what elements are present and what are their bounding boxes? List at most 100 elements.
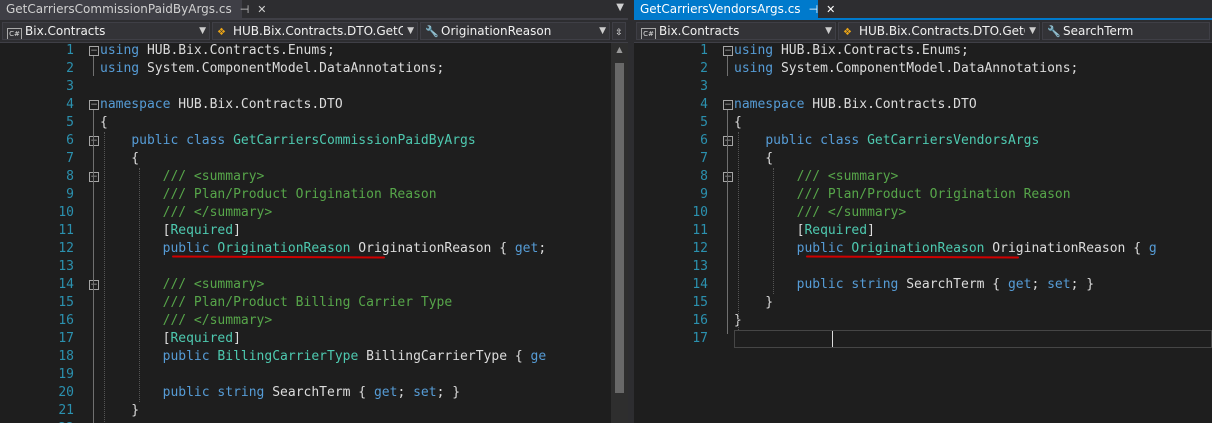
code-text: [Required] [100, 222, 241, 240]
code-line[interactable]: 9 /// Plan/Product Origination Reason [634, 186, 1212, 204]
collapse-icon[interactable]: − [89, 280, 99, 290]
close-icon[interactable]: ✕ [826, 1, 835, 19]
code-line[interactable]: 6 − public class GetCarriersCommissionPai… [0, 132, 628, 150]
code-line[interactable]: 1 − using HUB.Bix.Contracts.Enums; [634, 42, 1212, 60]
code-line[interactable]: 6 − public class GetCarriersVendorsArgs [634, 132, 1212, 150]
left-code-editor[interactable]: 1− using HUB.Bix.Contracts.Enums; 2 using S… [0, 43, 628, 423]
code-line[interactable]: 4 − namespace HUB.Bix.Contracts.DTO [0, 96, 628, 114]
code-line[interactable]: 2 using System.ComponentModel.DataAnnotat… [634, 60, 1212, 78]
pin-icon[interactable]: ⊣ [809, 1, 819, 19]
code-line[interactable]: 19 [0, 366, 628, 384]
code-text: using System.ComponentModel.DataAnnotati… [734, 60, 1078, 78]
code-token: /// </summary> [162, 313, 273, 328]
code-token: SearchTerm { [264, 385, 374, 400]
code-token: /// Plan/Product Origination Reason [796, 187, 1071, 202]
close-icon[interactable]: ✕ [257, 1, 266, 19]
indent-guide [104, 132, 105, 423]
collapse-icon[interactable]: − [723, 136, 733, 146]
code-line[interactable]: 9 /// Plan/Product Origination Reason [0, 186, 628, 204]
code-line[interactable]: 5{ [634, 114, 1212, 132]
code-line[interactable]: 8 − /// <summary> [634, 168, 1212, 186]
code-line[interactable]: 4 − namespace HUB.Bix.Contracts.DTO [634, 96, 1212, 114]
code-token: set [413, 385, 437, 400]
code-line[interactable]: 11 [Required] [0, 222, 628, 240]
code-token: OriginationReason [851, 241, 985, 256]
code-text: { [734, 150, 773, 168]
left-tab-title: GetCarriersCommissionPaidByArgs.cs [6, 2, 232, 16]
right-document-tab[interactable]: GetCarriersVendorsArgs.cs ⊣ ✕ [634, 0, 835, 19]
code-line[interactable]: 15 /// Plan/Product Billing Carrier Type [0, 294, 628, 312]
code-line[interactable]: 5{ [0, 114, 628, 132]
code-line[interactable]: 7 { [634, 150, 1212, 168]
right-code-editor[interactable]: 1− using HUB.Bix.Contracts.Enums; 2 using S… [634, 43, 1212, 423]
right-navigation-bar: C# Bix.Contracts ▼ ❖ HUB.Bix.Contracts.DTO.… [634, 20, 1212, 43]
collapse-icon[interactable]: − [89, 46, 99, 56]
code-token: get [1007, 277, 1032, 292]
left-member-combo[interactable]: 🔧 OriginationReason ▼ [420, 22, 610, 40]
code-token: public [796, 241, 844, 256]
code-line[interactable]: 2 using System.ComponentModel.DataAnnotat… [0, 60, 628, 78]
tab-overflow-icon[interactable]: ▼ [616, 2, 624, 13]
left-scroll-thumb[interactable] [615, 63, 624, 393]
code-token: set [1047, 277, 1071, 292]
code-line[interactable]: 17 [Required] [0, 330, 628, 348]
line-number: 14 [692, 277, 708, 292]
code-line[interactable]: 8 − /// <summary> [0, 168, 628, 186]
collapse-icon[interactable]: − [723, 172, 733, 182]
collapse-icon[interactable]: − [89, 136, 99, 146]
code-token: HUB.Bix.Contracts.Enums; [139, 43, 335, 58]
code-line[interactable]: 15 } [634, 294, 1212, 312]
code-token: g [1148, 241, 1157, 256]
code-line[interactable]: 3 [634, 78, 1212, 96]
line-number: 11 [58, 223, 74, 238]
code-line[interactable]: 21 } [0, 402, 628, 420]
code-line[interactable]: 18 public BillingCarrierType BillingCarr… [0, 348, 628, 366]
class-icon: ❖ [843, 27, 852, 38]
line-number: 19 [58, 367, 74, 382]
collapse-icon[interactable]: − [723, 100, 733, 110]
code-text: /// <summary> [734, 168, 899, 186]
code-line[interactable]: 13 [634, 258, 1212, 276]
split-window-button[interactable]: ⇳ [612, 22, 626, 40]
collapse-icon[interactable]: − [89, 172, 99, 182]
chevron-down-icon: ▼ [199, 26, 206, 36]
code-token: ] [867, 223, 875, 238]
code-token: class [186, 133, 226, 148]
code-line[interactable]: 3 [0, 78, 628, 96]
code-token: SearchTerm { [898, 277, 1008, 292]
code-line[interactable]: 16 /// </summary> [0, 312, 628, 330]
pin-icon[interactable]: ⊣ [240, 1, 250, 19]
line-number: 10 [692, 205, 708, 220]
code-text: /// Plan/Product Origination Reason [100, 186, 437, 204]
code-line[interactable]: 14 public string SearchTerm { get; set; … [634, 276, 1212, 294]
code-line[interactable]: 14 − /// <summary> [0, 276, 628, 294]
code-line[interactable]: 7 { [0, 150, 628, 168]
left-project-combo[interactable]: C# Bix.Contracts ▼ [2, 22, 210, 40]
scroll-up-icon[interactable]: ▲ [611, 43, 628, 57]
code-line[interactable]: 11 [Required] [634, 222, 1212, 240]
line-number: 16 [58, 313, 74, 328]
code-token: [ [734, 223, 805, 238]
left-document-tab[interactable]: GetCarriersCommissionPaidByArgs.cs ⊣ ✕ [0, 0, 267, 18]
right-project-combo[interactable]: C# Bix.Contracts ▼ [636, 22, 836, 40]
left-type-combo[interactable]: ❖HUB.Bix.Contracts.DTO.GetCarriersCommis… [212, 22, 418, 40]
indent-guide [139, 168, 140, 402]
code-line[interactable]: 10 /// </summary> [0, 204, 628, 222]
code-line[interactable]: 20 public string SearchTerm { get; set; … [0, 384, 628, 402]
code-line[interactable]: 13 [0, 258, 628, 276]
right-member-combo[interactable]: 🔧 SearchTerm [1042, 22, 1210, 40]
collapse-icon[interactable]: − [89, 100, 99, 110]
code-token: System.ComponentModel.DataAnnotations; [773, 61, 1079, 76]
right-type-combo[interactable]: ❖HUB.Bix.Contracts.DTO.GetCarriersVendor… [838, 22, 1040, 40]
code-line[interactable]: 1 − using HUB.Bix.Contracts.Enums; [0, 42, 628, 60]
code-token: using [734, 61, 774, 76]
line-number: 12 [58, 241, 74, 256]
collapse-icon[interactable]: − [723, 46, 733, 56]
line-number: 6 [700, 133, 708, 148]
code-line[interactable]: 10 /// </summary> [634, 204, 1212, 222]
code-line[interactable]: 16} [634, 312, 1212, 330]
left-vertical-scrollbar[interactable]: ▲ [611, 43, 628, 423]
line-number: 4 [66, 97, 74, 112]
